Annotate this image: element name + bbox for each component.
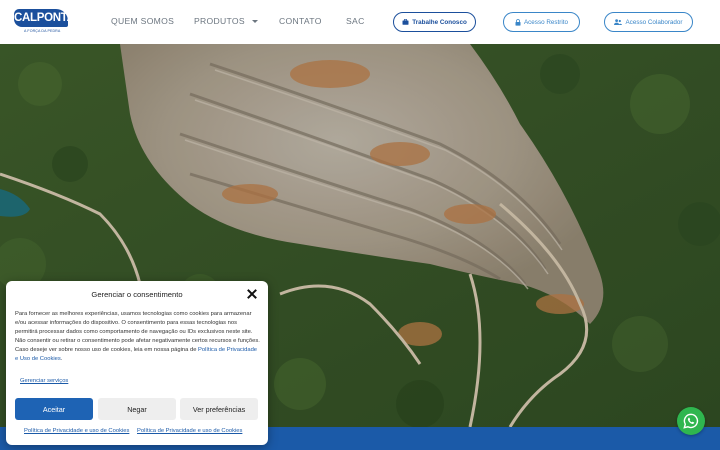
logo-tagline: A FORÇA DA PEDRA [24,29,61,33]
nav-quem-somos[interactable]: QUEM SOMOS [111,16,174,26]
privacy-policy-link-1[interactable]: Política de Privacidade e uso de Cookies [24,428,129,434]
manage-services-link[interactable]: Gerenciar serviços [20,378,68,384]
chevron-down-icon [251,20,258,24]
whatsapp-button[interactable] [677,407,705,435]
cookie-consent-dialog: Gerenciar o consentimento Para fornecer … [6,281,268,445]
briefcase-icon [402,19,409,25]
acesso-restrito-button[interactable]: Acesso Restrito [503,12,580,32]
logo-wordmark: CALPONTA [14,9,75,27]
privacy-policy-link-2[interactable]: Política de Privacidade e uso de Cookies [137,428,242,434]
nav-sac-label: SAC [346,16,365,26]
whatsapp-icon [683,413,699,429]
lock-icon [515,18,521,26]
acesso-colaborador-label: Acesso Colaborador [625,18,683,26]
trabalhe-conosco-button[interactable]: Trabalhe Conosco [393,12,476,32]
nav-produtos[interactable]: PRODUTOS [194,16,258,26]
close-icon[interactable] [247,289,257,299]
view-preferences-button[interactable]: Ver preferências [180,398,258,420]
acesso-colaborador-button[interactable]: Acesso Colaborador [604,12,693,32]
deny-button[interactable]: Negar [98,398,176,420]
accept-button[interactable]: Aceitar [15,398,93,420]
users-icon [614,19,623,25]
consent-title: Gerenciar o consentimento [91,290,183,299]
site-header: CALPONTA A FORÇA DA PEDRA QUEM SOMOS PRO… [0,0,720,44]
nav-contato-label: CONTATO [279,16,322,26]
calponta-logo[interactable]: CALPONTA A FORÇA DA PEDRA [14,9,75,35]
trabalhe-conosco-label: Trabalhe Conosco [412,18,467,26]
nav-sac[interactable]: SAC [346,16,365,26]
nav-quem-somos-label: QUEM SOMOS [111,16,175,26]
nav-produtos-label: PRODUTOS [194,16,245,26]
acesso-restrito-label: Acesso Restrito [523,18,569,26]
consent-body: Para fornecer as melhores experiências, … [15,310,261,365]
consent-body-end: . [60,356,63,363]
nav-contato[interactable]: CONTATO [279,16,322,26]
